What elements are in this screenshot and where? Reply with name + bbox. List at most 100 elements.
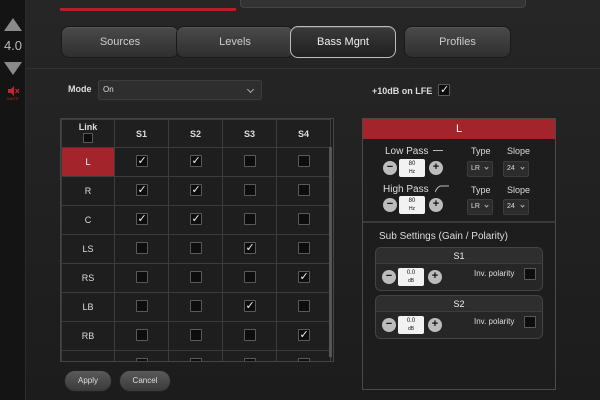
routing-cell [276, 292, 331, 322]
routing-cell [168, 292, 223, 322]
low-pass-type-select[interactable]: LR [467, 161, 493, 177]
routing-cell [222, 263, 277, 293]
tab-bass-mgnt[interactable]: Bass Mgnt [290, 26, 396, 58]
routing-checkbox[interactable] [297, 300, 310, 312]
routing-checkbox[interactable] [189, 300, 202, 312]
routing-checkbox[interactable] [189, 154, 202, 167]
low-pass-decrease-button[interactable]: − [383, 161, 397, 175]
routing-checkbox[interactable] [135, 183, 148, 196]
column-header-s1: S1 [114, 119, 169, 148]
row-label[interactable]: L [61, 147, 115, 177]
routing-checkbox[interactable] [189, 271, 202, 283]
routing-cell [222, 292, 277, 322]
low-pass-slope-select[interactable]: 24 [503, 161, 529, 177]
chevron-down-icon [520, 165, 525, 170]
routing-checkbox[interactable] [297, 155, 310, 167]
lfe-boost-checkbox[interactable] [438, 83, 450, 96]
routing-checkbox[interactable] [135, 242, 148, 254]
high-pass-slope-select[interactable]: 24 [503, 199, 529, 215]
table-row[interactable]: RS [61, 263, 331, 293]
routing-cell [114, 205, 169, 235]
row-label[interactable]: RB [61, 321, 115, 351]
chevron-down-icon [484, 203, 489, 208]
table-row[interactable]: LS [61, 234, 331, 264]
routing-checkbox[interactable] [297, 213, 310, 225]
sub-s2-gain-field[interactable]: 0.0 dB [398, 316, 424, 334]
routing-cell [222, 147, 277, 177]
cancel-button[interactable]: Cancel [119, 370, 171, 392]
low-pass-frequency-field[interactable]: 80 Hz [399, 159, 425, 177]
sub-s2-invert-checkbox[interactable] [524, 316, 536, 328]
routing-cell [168, 234, 223, 264]
routing-checkbox[interactable] [189, 183, 202, 196]
table-row[interactable]: R [61, 176, 331, 206]
row-label[interactable]: LFE [61, 350, 115, 361]
routing-checkbox[interactable] [189, 358, 202, 361]
sub-s1-gain-increase-button[interactable]: + [428, 270, 442, 284]
sub-s2-gain-increase-button[interactable]: + [428, 318, 442, 332]
sub-s1-gain-field[interactable]: 0.0 dB [398, 268, 424, 286]
row-label[interactable]: LB [61, 292, 115, 322]
volume-rail: 4.0 MUTE [0, 0, 26, 400]
routing-checkbox[interactable] [297, 184, 310, 196]
low-pass-curve-icon [433, 150, 443, 156]
table-row[interactable]: LB [61, 292, 331, 322]
routing-checkbox[interactable] [135, 300, 148, 312]
sub-s1-invert-checkbox[interactable] [524, 268, 536, 280]
tab-levels[interactable]: Levels [176, 26, 294, 58]
row-label[interactable]: RS [61, 263, 115, 293]
high-pass-type-select[interactable]: LR [467, 199, 493, 215]
routing-checkbox[interactable] [243, 329, 256, 341]
table-row[interactable]: RB [61, 321, 331, 351]
routing-checkbox[interactable] [135, 329, 148, 341]
routing-checkbox[interactable] [243, 358, 256, 361]
grid-scrollbar[interactable] [329, 147, 332, 357]
routing-checkbox[interactable] [243, 155, 256, 167]
routing-checkbox[interactable] [297, 242, 310, 254]
routing-checkbox[interactable] [243, 184, 256, 196]
table-row[interactable]: L [61, 147, 331, 177]
routing-cell [114, 350, 169, 361]
sub-s2-gain-decrease-button[interactable]: − [382, 318, 396, 332]
routing-checkbox[interactable] [243, 213, 256, 225]
tab-sources[interactable]: Sources [61, 26, 179, 58]
routing-checkbox[interactable] [189, 329, 202, 341]
high-pass-increase-button[interactable]: + [429, 198, 443, 212]
high-pass-curve-icon [435, 185, 449, 193]
low-pass-label: Low Pass [385, 146, 429, 157]
link-all-checkbox[interactable] [83, 133, 93, 143]
mode-value: On [103, 85, 114, 94]
routing-checkbox[interactable] [189, 242, 202, 254]
routing-checkbox[interactable] [297, 270, 310, 283]
header-bar [240, 0, 526, 8]
apply-button[interactable]: Apply [64, 370, 112, 392]
volume-up-icon[interactable] [4, 18, 22, 31]
routing-checkbox[interactable] [297, 328, 310, 341]
routing-checkbox[interactable] [135, 212, 148, 225]
table-row[interactable]: C [61, 205, 331, 235]
row-label[interactable]: C [61, 205, 115, 235]
row-label[interactable]: LS [61, 234, 115, 264]
tab-profiles[interactable]: Profiles [404, 26, 511, 58]
chevron-down-icon [520, 203, 525, 208]
low-pass-increase-button[interactable]: + [429, 161, 443, 175]
routing-checkbox[interactable] [243, 241, 256, 254]
routing-checkbox[interactable] [135, 154, 148, 167]
sub-s1-invert-label: Inv. polarity [474, 269, 515, 278]
mode-select[interactable]: On [98, 80, 262, 100]
sub-s1-gain-decrease-button[interactable]: − [382, 270, 396, 284]
high-pass-frequency-field[interactable]: 80 Hz [399, 196, 425, 214]
row-label[interactable]: R [61, 176, 115, 206]
routing-checkbox[interactable] [243, 271, 256, 283]
low-pass-frequency-unit: Hz [408, 169, 416, 175]
routing-cell [168, 263, 223, 293]
high-pass-decrease-button[interactable]: − [383, 198, 397, 212]
routing-checkbox[interactable] [135, 358, 148, 361]
routing-checkbox[interactable] [297, 358, 310, 361]
table-row[interactable]: LFE [61, 350, 331, 361]
routing-checkbox[interactable] [189, 212, 202, 225]
routing-cell [168, 147, 223, 177]
routing-checkbox[interactable] [135, 271, 148, 283]
routing-checkbox[interactable] [243, 299, 256, 312]
volume-down-icon[interactable] [4, 62, 22, 75]
